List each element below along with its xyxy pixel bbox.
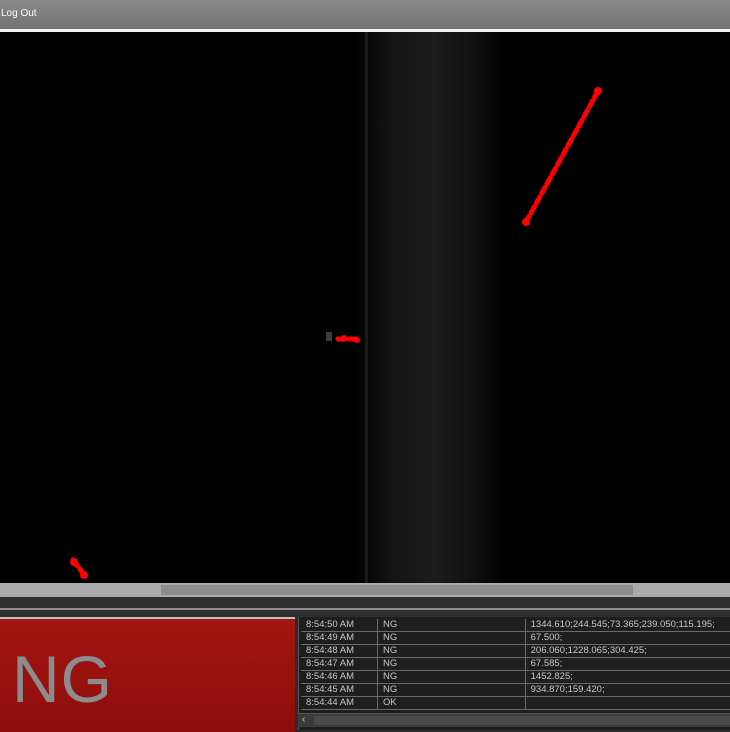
log-values-cell (525, 696, 730, 710)
log-row[interactable]: 8:54:46 AM NG 1452.825; (301, 670, 730, 684)
log-result-cell: NG (377, 619, 526, 632)
material-edge (365, 32, 368, 583)
log-time-cell: 8:54:45 AM (301, 683, 379, 697)
material-band (355, 32, 505, 583)
log-time-cell: 8:54:46 AM (301, 670, 379, 684)
top-toolbar: Log Out (0, 0, 730, 30)
log-time-cell: 8:54:44 AM (301, 696, 379, 710)
inspection-image-viewer[interactable] (0, 32, 730, 583)
scrollbar-track[interactable] (314, 716, 730, 725)
log-values-cell: 1452.825; (525, 670, 730, 684)
log-time-cell: 8:54:50 AM (301, 619, 379, 632)
log-values-cell: 934.870;159.420; (525, 683, 730, 697)
log-row[interactable]: 8:54:48 AM NG 206.060;1228.065;304.425; (301, 644, 730, 658)
log-values-cell: 67.500; (525, 631, 730, 645)
log-row[interactable]: 8:54:45 AM NG 934.870;159.420; (301, 683, 730, 697)
result-status-panel: NG (0, 617, 295, 732)
log-result-cell: NG (377, 683, 526, 697)
log-row[interactable]: 8:54:50 AM NG 1344.610;244.545;73.365;239.… (301, 619, 730, 632)
separator-line (0, 608, 730, 610)
result-status-text: NG (12, 642, 113, 716)
log-horizontal-scrollbar[interactable]: ‹ (298, 713, 730, 727)
log-time-cell: 8:54:47 AM (301, 657, 379, 671)
scrollbar-thumb[interactable] (161, 585, 633, 595)
inspection-image (70, 32, 602, 583)
log-values-cell: 206.060;1228.065;304.425; (525, 644, 730, 658)
image-horizontal-scrollbar[interactable] (0, 583, 730, 597)
log-values-cell: 67.585; (525, 657, 730, 671)
inspection-log-table: 8:54:50 AM NG 1344.610;244.545;73.365;239.… (301, 619, 730, 710)
panel-separator (0, 597, 730, 617)
log-values-cell: 1344.610;244.545;73.365;239.050;115.195; (525, 619, 730, 632)
log-row[interactable]: 8:54:47 AM NG 67.585; (301, 657, 730, 671)
defect-artifact (326, 332, 332, 341)
log-time-cell: 8:54:48 AM (301, 644, 379, 658)
log-result-cell: NG (377, 657, 526, 671)
log-result-cell: OK (377, 696, 526, 710)
log-result-cell: NG (377, 631, 526, 645)
logout-button[interactable]: Log Out (1, 8, 37, 19)
log-time-cell: 8:54:49 AM (301, 631, 379, 645)
defect-trace (70, 88, 601, 580)
chevron-left-icon[interactable]: ‹ (302, 714, 305, 725)
log-row[interactable]: 8:54:49 AM NG 67.500; (301, 631, 730, 645)
log-result-cell: NG (377, 670, 526, 684)
log-result-cell: NG (377, 644, 526, 658)
log-row[interactable]: 8:54:44 AM OK (301, 696, 730, 710)
